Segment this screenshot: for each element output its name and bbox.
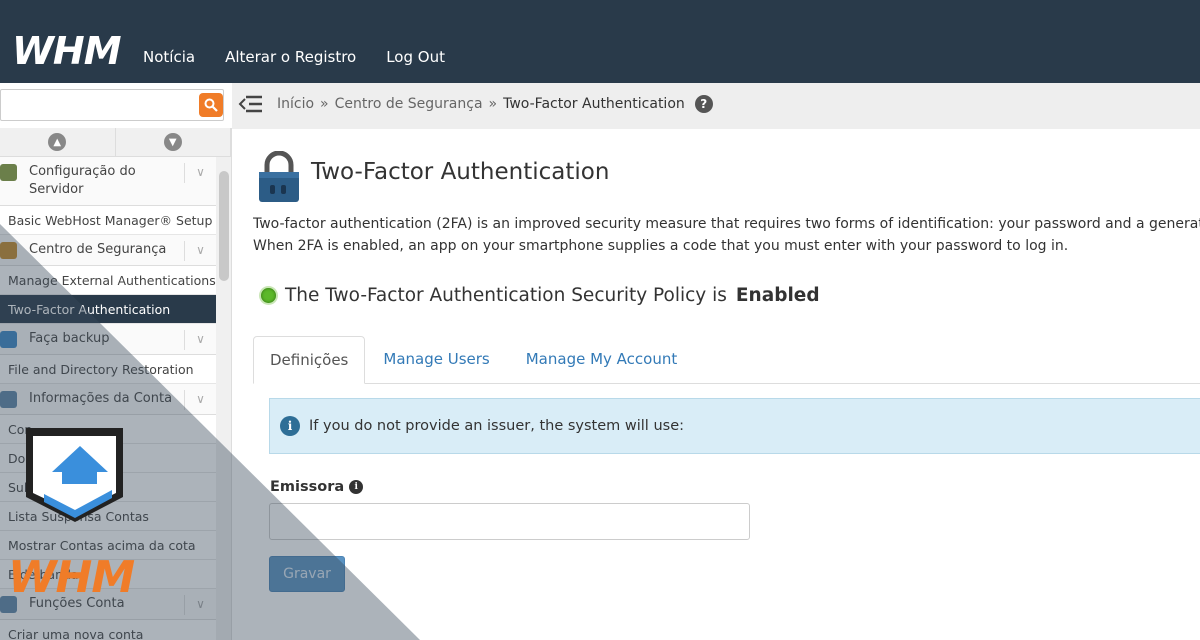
sidebar-scrollbar-thumb[interactable] (219, 171, 229, 281)
sidebar-category[interactable]: Configuração do Servidor ∨ (0, 157, 216, 206)
info-icon: i (280, 416, 300, 436)
tab-bar: Definições Manage Users Manage My Accoun… (253, 336, 1200, 384)
page-description: Two-factor authentication (2FA) is an im… (253, 213, 1200, 257)
chevron-down-icon[interactable]: ∨ (184, 163, 216, 183)
nav-news-link[interactable]: Notícia (143, 48, 195, 66)
sidebar-scroll-up-button[interactable]: ▲ (0, 128, 116, 156)
sidebar-item[interactable]: Do dos lista (0, 444, 216, 473)
issuer-info-icon[interactable]: i (349, 480, 364, 494)
sidebar-item[interactable]: E de banda (0, 560, 216, 589)
info-alert: i If you do not provide an issuer, the s… (269, 398, 1200, 454)
policy-status: The Two-Factor Authentication Security P… (261, 285, 820, 306)
top-bar: WHM Notícia Alterar o Registro Log Out (0, 0, 1200, 83)
sidebar-item[interactable]: Lista Suspensa Contas (0, 502, 216, 531)
nav-change-log-link[interactable]: Alterar o Registro (225, 48, 356, 66)
whm-logo-text: WHM (12, 30, 122, 72)
breadcrumb-current: Two-Factor Authentication (503, 96, 685, 112)
search-button[interactable] (199, 93, 223, 117)
sidebar-category-label: Informações da Conta (29, 391, 173, 406)
sidebar-item[interactable]: Criar uma nova conta (0, 620, 216, 640)
breadcrumb-security-center-link[interactable]: Centro de Segurança (335, 96, 483, 112)
sidebar-item[interactable]: Mostrar Contas acima da cota (0, 531, 216, 560)
sidebar-item[interactable]: Basic WebHost Manager® Setup (0, 206, 216, 235)
sidebar-category[interactable]: Funções Conta ∨ (0, 589, 216, 620)
sidebar-category-label: Faça backup (29, 331, 110, 346)
server-icon (0, 164, 17, 181)
sidebar-item[interactable]: Con (0, 415, 216, 444)
padlock-icon (0, 242, 17, 259)
padlock-icon (259, 151, 299, 202)
page-title: Two-Factor Authentication (311, 159, 610, 185)
status-enabled-icon (261, 288, 276, 303)
breadcrumb-separator: » (320, 96, 329, 112)
save-button[interactable]: Gravar (269, 556, 345, 592)
sidebar-category-label: Configuração do Servidor (29, 164, 136, 197)
chevron-down-icon[interactable]: ∨ (184, 330, 216, 350)
sidebar-category-label: Centro de Segurança (29, 242, 167, 257)
sidebar-category[interactable]: Centro de Segurança ∨ (0, 235, 216, 266)
sidebar-item[interactable]: Manage External Authentications (0, 266, 216, 295)
sidebar-item[interactable]: File and Directory Restoration (0, 355, 216, 384)
user-functions-icon (0, 596, 17, 613)
sidebar-item[interactable]: Two-Factor Authentication (0, 295, 216, 324)
breadcrumb: Início » Centro de Segurança » Two-Facto… (277, 95, 713, 113)
search-input[interactable] (5, 94, 195, 116)
sidebar-item[interactable]: Sub (0, 473, 216, 502)
tab-manage-my-account[interactable]: Manage My Account (508, 336, 696, 384)
search-icon (204, 98, 218, 112)
main-content: Two-Factor Authentication Two-factor aut… (232, 129, 1200, 640)
policy-status-value: Enabled (735, 285, 820, 306)
breadcrumb-home-link[interactable]: Início (277, 96, 314, 112)
sidebar-scroll-down-button[interactable]: ▼ (115, 128, 231, 156)
collapse-menu-icon[interactable] (238, 94, 262, 114)
issuer-input[interactable] (269, 503, 750, 540)
issuer-label-text: Emissora (270, 479, 345, 495)
search-box (0, 89, 224, 121)
sidebar-category[interactable]: Informações da Conta ∨ (0, 384, 216, 415)
tab-manage-users[interactable]: Manage Users (365, 336, 507, 384)
sidebar-scroll-arrows: ▲ ▼ (0, 128, 231, 157)
info-alert-text: If you do not provide an issuer, the sys… (309, 418, 684, 434)
chevron-down-icon[interactable]: ∨ (184, 390, 216, 410)
help-icon[interactable]: ? (694, 95, 713, 113)
top-nav: Notícia Alterar o Registro Log Out (143, 48, 445, 66)
breadcrumb-bar: Início » Centro de Segurança » Two-Facto… (232, 83, 1200, 129)
backup-icon (0, 331, 17, 348)
chevron-down-icon[interactable]: ∨ (184, 595, 216, 615)
description-line: Two-factor authentication (2FA) is an im… (253, 216, 1200, 232)
breadcrumb-separator: » (488, 96, 498, 112)
sidebar-list: Configuração do Servidor ∨ Basic WebHost M… (0, 157, 216, 640)
account-info-icon (0, 391, 17, 408)
issuer-label: Emissora i (270, 479, 364, 495)
whm-logo[interactable]: WHM (12, 30, 124, 72)
sidebar-category-label: Funções Conta (29, 596, 125, 611)
sidebar-category[interactable]: Faça backup ∨ (0, 324, 216, 355)
sidebar: ▲ ▼ Configuração do Servidor ∨ Basic WebHo… (0, 128, 232, 640)
sidebar-scrollbar[interactable] (216, 157, 231, 640)
arrow-down-icon: ▼ (163, 133, 182, 151)
nav-logout-link[interactable]: Log Out (386, 48, 445, 66)
arrow-up-icon: ▲ (48, 133, 67, 151)
chevron-down-icon[interactable]: ∨ (184, 241, 216, 261)
policy-status-text: The Two-Factor Authentication Security P… (285, 285, 727, 306)
tab-settings[interactable]: Definições (253, 336, 366, 384)
description-line: When 2FA is enabled, an app on your smar… (253, 238, 1069, 254)
